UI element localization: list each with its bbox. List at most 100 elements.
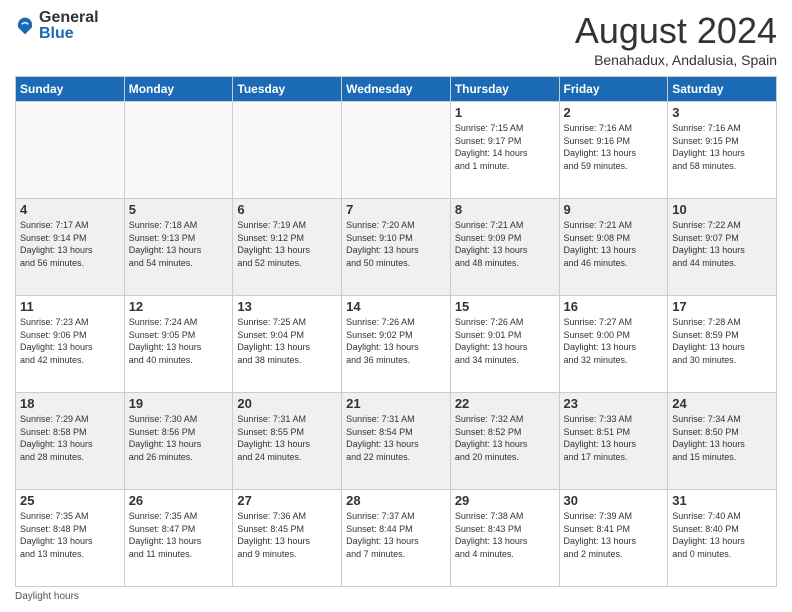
calendar-cell: 14 Sunrise: 7:26 AM Sunset: 9:02 PM Dayli… (342, 296, 451, 393)
calendar-day-header: Saturday (668, 77, 777, 102)
calendar-cell: 9Sunrise: 7:21 AM Sunset: 9:08 PM Daylig… (559, 199, 668, 296)
day-info: Sunrise: 7:17 AM Sunset: 9:14 PM Dayligh… (20, 219, 120, 269)
title-section: August 2024 Benahadux, Andalusia, Spain (575, 10, 777, 68)
day-info: Sunrise: 7:22 AM Sunset: 9:07 PM Dayligh… (672, 219, 772, 269)
day-number: 19 (129, 396, 229, 411)
location: Benahadux, Andalusia, Spain (575, 52, 777, 68)
day-number: 22 (455, 396, 555, 411)
calendar-cell: 4 Sunrise: 7:17 AM Sunset: 9:14 PM Daylig… (16, 199, 125, 296)
month-title: August 2024 (575, 10, 777, 52)
day-number: 23 (564, 396, 664, 411)
calendar-cell: 28Sunrise: 7:37 AM Sunset: 8:44 PM Dayli… (342, 490, 451, 587)
calendar-cell (233, 102, 342, 199)
day-number: 20 (237, 396, 337, 411)
calendar-cell: 3Sunrise: 7:16 AM Sunset: 9:15 PM Daylig… (668, 102, 777, 199)
calendar-cell (342, 102, 451, 199)
day-info: Sunrise: 7:26 AM Sunset: 9:02 PM Dayligh… (346, 316, 446, 366)
calendar-cell: 19 Sunrise: 7:30 AM Sunset: 8:56 PM Dayli… (124, 393, 233, 490)
calendar-cell: 26Sunrise: 7:35 AM Sunset: 8:47 PM Dayli… (124, 490, 233, 587)
day-number: 27 (237, 493, 337, 508)
calendar-cell: 22 Sunrise: 7:32 AM Sunset: 8:52 PM Dayli… (450, 393, 559, 490)
calendar-cell: 25Sunrise: 7:35 AM Sunset: 8:48 PM Dayli… (16, 490, 125, 587)
calendar-cell: 8 Sunrise: 7:21 AM Sunset: 9:09 PM Daylig… (450, 199, 559, 296)
day-info: Sunrise: 7:16 AM Sunset: 9:16 PM Dayligh… (564, 122, 664, 172)
day-number: 11 (20, 299, 120, 314)
calendar-cell: 10 Sunrise: 7:22 AM Sunset: 9:07 PM Dayli… (668, 199, 777, 296)
page: General Blue August 2024 Benahadux, Anda… (0, 0, 792, 612)
calendar-day-header: Monday (124, 77, 233, 102)
calendar-cell: 11 Sunrise: 7:23 AM Sunset: 9:06 PM Dayli… (16, 296, 125, 393)
day-number: 2 (564, 105, 664, 120)
day-number: 7 (346, 202, 446, 217)
day-number: 10 (672, 202, 772, 217)
calendar-week-row: 25Sunrise: 7:35 AM Sunset: 8:48 PM Dayli… (16, 490, 777, 587)
day-info: Sunrise: 7:24 AM Sunset: 9:05 PM Dayligh… (129, 316, 229, 366)
calendar-cell (16, 102, 125, 199)
day-info: Sunrise: 7:32 AM Sunset: 8:52 PM Dayligh… (455, 413, 555, 463)
calendar-header-row: SundayMondayTuesdayWednesdayThursdayFrid… (16, 77, 777, 102)
day-number: 18 (20, 396, 120, 411)
day-info: Sunrise: 7:33 AM Sunset: 8:51 PM Dayligh… (564, 413, 664, 463)
day-info: Sunrise: 7:31 AM Sunset: 8:55 PM Dayligh… (237, 413, 337, 463)
calendar-cell: 12Sunrise: 7:24 AM Sunset: 9:05 PM Dayli… (124, 296, 233, 393)
day-info: Sunrise: 7:21 AM Sunset: 9:09 PM Dayligh… (455, 219, 555, 269)
day-number: 17 (672, 299, 772, 314)
calendar-table: SundayMondayTuesdayWednesdayThursdayFrid… (15, 76, 777, 587)
calendar-cell: 16 Sunrise: 7:27 AM Sunset: 9:00 PM Dayli… (559, 296, 668, 393)
day-number: 15 (455, 299, 555, 314)
calendar-cell: 6 Sunrise: 7:19 AM Sunset: 9:12 PM Daylig… (233, 199, 342, 296)
calendar-day-header: Tuesday (233, 77, 342, 102)
day-info: Sunrise: 7:18 AM Sunset: 9:13 PM Dayligh… (129, 219, 229, 269)
logo-general-text: General (39, 10, 99, 26)
day-info: Sunrise: 7:31 AM Sunset: 8:54 PM Dayligh… (346, 413, 446, 463)
day-info: Sunrise: 7:16 AM Sunset: 9:15 PM Dayligh… (672, 122, 772, 172)
day-number: 26 (129, 493, 229, 508)
calendar-cell: 18 Sunrise: 7:29 AM Sunset: 8:58 PM Dayli… (16, 393, 125, 490)
day-number: 21 (346, 396, 446, 411)
calendar-day-header: Thursday (450, 77, 559, 102)
calendar-cell: 21 Sunrise: 7:31 AM Sunset: 8:54 PM Dayli… (342, 393, 451, 490)
calendar-cell: 7Sunrise: 7:20 AM Sunset: 9:10 PM Daylig… (342, 199, 451, 296)
day-info: Sunrise: 7:30 AM Sunset: 8:56 PM Dayligh… (129, 413, 229, 463)
calendar-cell: 13 Sunrise: 7:25 AM Sunset: 9:04 PM Dayli… (233, 296, 342, 393)
calendar-cell: 2 Sunrise: 7:16 AM Sunset: 9:16 PM Daylig… (559, 102, 668, 199)
calendar-cell: 30Sunrise: 7:39 AM Sunset: 8:41 PM Dayli… (559, 490, 668, 587)
day-info: Sunrise: 7:34 AM Sunset: 8:50 PM Dayligh… (672, 413, 772, 463)
day-info: Sunrise: 7:36 AM Sunset: 8:45 PM Dayligh… (237, 510, 337, 560)
daylight-hours-label: Daylight hours (15, 591, 79, 602)
day-info: Sunrise: 7:29 AM Sunset: 8:58 PM Dayligh… (20, 413, 120, 463)
day-info: Sunrise: 7:21 AM Sunset: 9:08 PM Dayligh… (564, 219, 664, 269)
logo-blue-text: Blue (39, 26, 99, 42)
footer-note: Daylight hours (15, 591, 777, 602)
day-info: Sunrise: 7:28 AM Sunset: 8:59 PM Dayligh… (672, 316, 772, 366)
logo-icon (15, 16, 35, 36)
day-info: Sunrise: 7:27 AM Sunset: 9:00 PM Dayligh… (564, 316, 664, 366)
day-info: Sunrise: 7:39 AM Sunset: 8:41 PM Dayligh… (564, 510, 664, 560)
calendar-day-header: Friday (559, 77, 668, 102)
day-info: Sunrise: 7:25 AM Sunset: 9:04 PM Dayligh… (237, 316, 337, 366)
day-number: 4 (20, 202, 120, 217)
calendar-cell: 1Sunrise: 7:15 AM Sunset: 9:17 PM Daylig… (450, 102, 559, 199)
day-number: 14 (346, 299, 446, 314)
calendar-week-row: 18 Sunrise: 7:29 AM Sunset: 8:58 PM Dayli… (16, 393, 777, 490)
day-number: 5 (129, 202, 229, 217)
day-info: Sunrise: 7:23 AM Sunset: 9:06 PM Dayligh… (20, 316, 120, 366)
calendar-day-header: Sunday (16, 77, 125, 102)
calendar-week-row: 11 Sunrise: 7:23 AM Sunset: 9:06 PM Dayli… (16, 296, 777, 393)
day-number: 16 (564, 299, 664, 314)
day-info: Sunrise: 7:19 AM Sunset: 9:12 PM Dayligh… (237, 219, 337, 269)
day-number: 6 (237, 202, 337, 217)
calendar-cell: 5 Sunrise: 7:18 AM Sunset: 9:13 PM Daylig… (124, 199, 233, 296)
day-info: Sunrise: 7:26 AM Sunset: 9:01 PM Dayligh… (455, 316, 555, 366)
day-number: 1 (455, 105, 555, 120)
calendar-cell: 29Sunrise: 7:38 AM Sunset: 8:43 PM Dayli… (450, 490, 559, 587)
calendar-week-row: 1Sunrise: 7:15 AM Sunset: 9:17 PM Daylig… (16, 102, 777, 199)
calendar-cell: 20 Sunrise: 7:31 AM Sunset: 8:55 PM Dayli… (233, 393, 342, 490)
day-number: 28 (346, 493, 446, 508)
day-info: Sunrise: 7:38 AM Sunset: 8:43 PM Dayligh… (455, 510, 555, 560)
calendar-cell: 17 Sunrise: 7:28 AM Sunset: 8:59 PM Dayli… (668, 296, 777, 393)
calendar-cell: 27 Sunrise: 7:36 AM Sunset: 8:45 PM Dayli… (233, 490, 342, 587)
day-number: 13 (237, 299, 337, 314)
day-number: 8 (455, 202, 555, 217)
calendar-day-header: Wednesday (342, 77, 451, 102)
